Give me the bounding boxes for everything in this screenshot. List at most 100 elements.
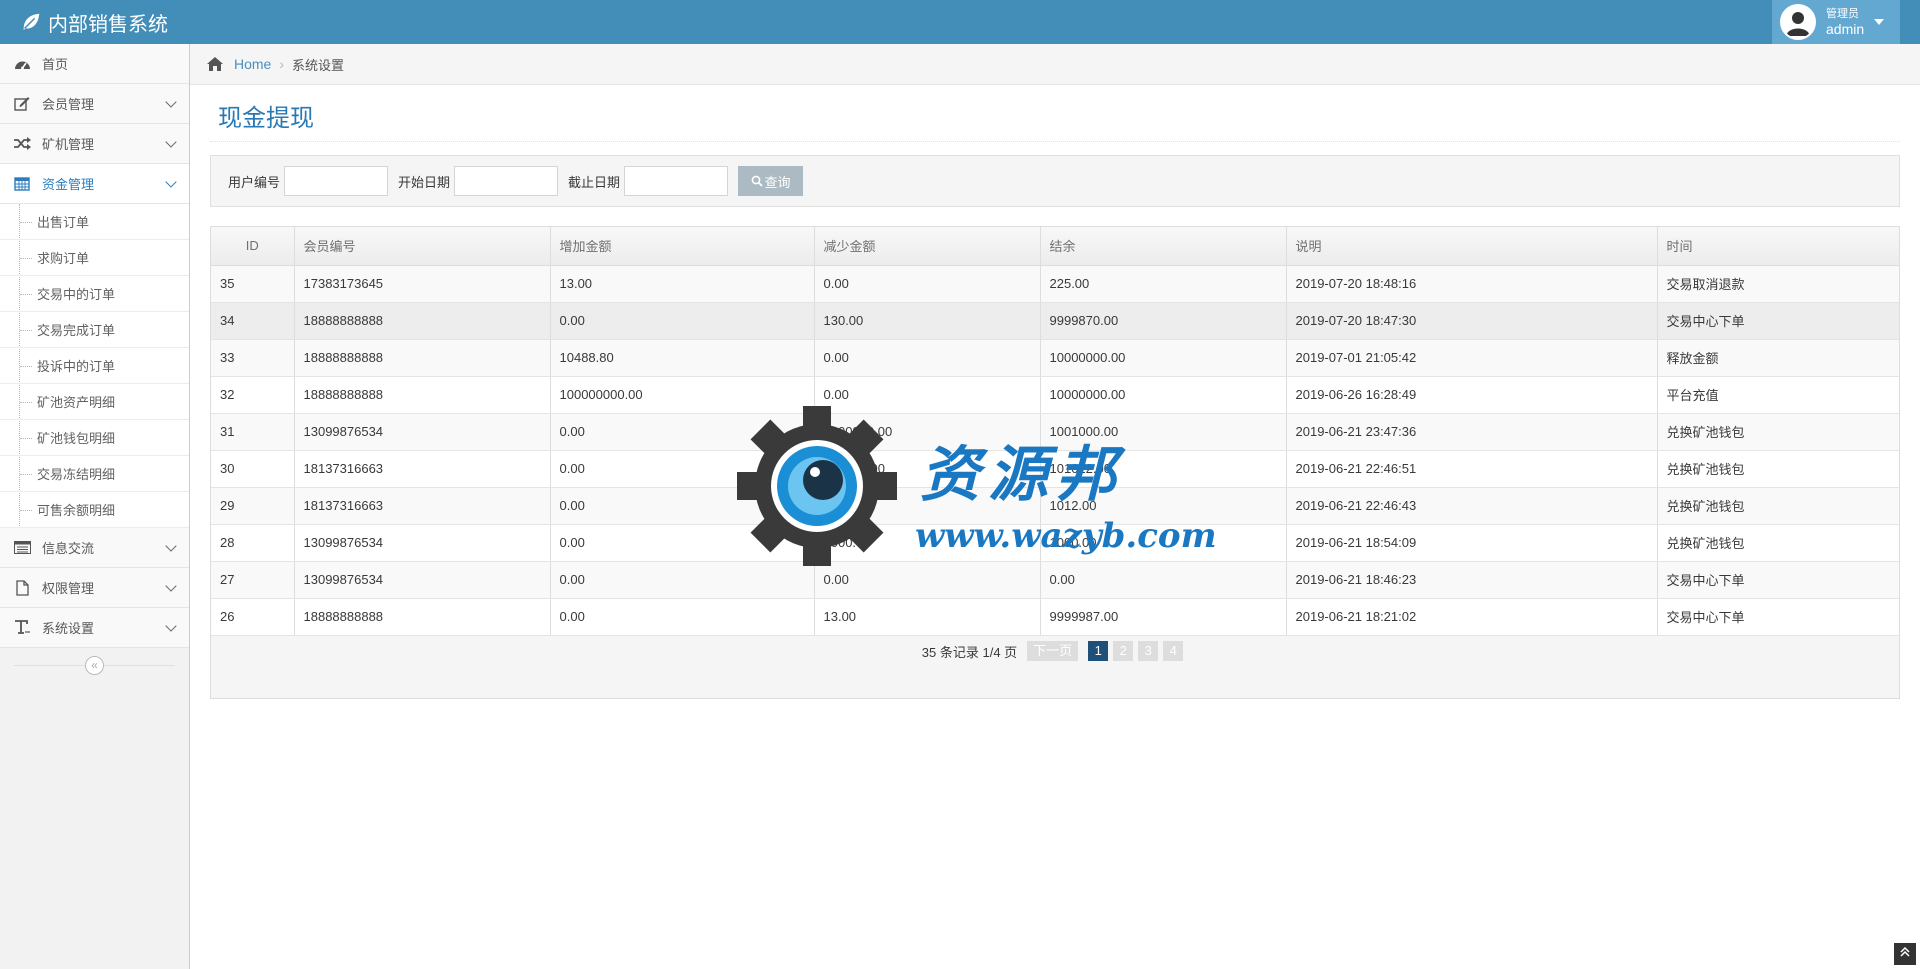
table-cell: 18137316663 (294, 487, 551, 525)
submenu-item[interactable]: 投诉中的订单 (0, 348, 189, 384)
table-row: 35 17383173645 13.00 0.00 225.00 2019-07-20 1… (211, 265, 1899, 303)
page-button[interactable]: 1 (1088, 641, 1109, 661)
sidebar-item-miners[interactable]: 矿机管理 (0, 124, 189, 164)
app-title: 内部销售系统 (48, 13, 168, 36)
sidebar-item-label: 首页 (42, 57, 69, 72)
double-chevron-up-icon (1900, 946, 1910, 957)
table-cell: 13.00 (814, 598, 1041, 636)
table-cell: 18888888888 (294, 302, 551, 340)
column-header: ID (211, 227, 295, 266)
column-header: 说明 (1286, 227, 1658, 266)
table-cell: 32 (211, 376, 295, 414)
table-cell: 2019-07-01 21:05:42 (1286, 339, 1658, 377)
submenu-item[interactable]: 交易中的订单 (0, 276, 189, 312)
chevron-down-icon (165, 176, 177, 188)
top-navbar: 内部销售系统 管理员 admin (0, 0, 1920, 44)
calendar-icon (12, 176, 32, 192)
brand[interactable]: 内部销售系统 (20, 0, 168, 44)
sidebar-collapse: « (0, 648, 189, 682)
table-cell: 130.00 (814, 302, 1041, 340)
start-date-input[interactable] (454, 166, 559, 196)
table-cell: 31 (211, 413, 295, 451)
breadcrumb-separator: › (279, 56, 285, 72)
table-cell: 13099876534 (294, 413, 551, 451)
table-row: 33 18888888888 10488.80 0.00 10000000.00 2019… (211, 339, 1899, 377)
table-cell: 10488.80 (550, 339, 815, 377)
table-cell: 13.00 (550, 265, 815, 303)
column-header: 减少金额 (814, 227, 1041, 266)
sidebar-item-label: 信息交流 (42, 541, 95, 556)
column-header: 增加金额 (550, 227, 815, 266)
table-cell: 34 (211, 302, 295, 340)
page-button[interactable]: 4 (1163, 641, 1184, 661)
table-cell: 交易中心下单 (1657, 561, 1899, 599)
page-button[interactable]: 2 (1113, 641, 1134, 661)
submenu-item[interactable]: 矿池资产明细 (0, 384, 189, 420)
user-role: 管理员 (1826, 8, 1859, 20)
table-cell: 17383173645 (294, 265, 551, 303)
table-cell: 26 (211, 598, 295, 636)
sidebar-item-settings[interactable]: 系统设置 (0, 608, 189, 648)
text-icon (12, 620, 32, 636)
table-cell: 交易中心下单 (1657, 302, 1899, 340)
sidebar-item-label: 系统设置 (42, 621, 95, 636)
sidebar-item-messages[interactable]: 信息交流 (0, 528, 189, 568)
filter-bar: 用户编号 开始日期 截止日期 查询 (210, 155, 1900, 207)
chevron-down-icon (165, 96, 177, 108)
table-cell: 10000000.00 (1040, 339, 1287, 377)
user-menu[interactable]: 管理员 admin (1772, 0, 1900, 44)
search-button-label: 查询 (764, 174, 791, 190)
table-cell: 兑换矿池钱包 (1657, 413, 1899, 451)
user-no-input[interactable] (284, 166, 389, 196)
sidebar-item-members[interactable]: 会员管理 (0, 84, 189, 124)
table-cell: 13099876534 (294, 524, 551, 562)
start-date-label: 开始日期 (398, 174, 451, 190)
search-button[interactable]: 查询 (738, 166, 804, 196)
watermark: 资源邦 www.wazyb.com (735, 404, 1217, 568)
table-cell: 2019-07-20 18:47:30 (1286, 302, 1658, 340)
submenu-item[interactable]: 出售订单 (0, 204, 189, 240)
submenu-item[interactable]: 求购订单 (0, 240, 189, 276)
table-cell: 释放金额 (1657, 339, 1899, 377)
table-cell: 2019-06-21 18:21:02 (1286, 598, 1658, 636)
table-cell: 18137316663 (294, 450, 551, 488)
double-chevron-left-icon[interactable]: « (85, 656, 104, 675)
table-cell: 9999987.00 (1040, 598, 1287, 636)
avatar (1780, 4, 1816, 40)
next-page-button[interactable]: 下一页 (1027, 641, 1079, 661)
table-cell: 兑换矿池钱包 (1657, 524, 1899, 562)
submenu-item[interactable]: 交易完成订单 (0, 312, 189, 348)
table-cell: 13099876534 (294, 561, 551, 599)
table-cell: 28 (211, 524, 295, 562)
file-icon (12, 579, 32, 596)
submenu-item[interactable]: 可售余额明细 (0, 492, 189, 528)
sidebar: 首页 会员管理 矿机管理 资金管理 出售订单 求购订单 交易中的订单 交易完成订… (0, 44, 190, 969)
chevron-down-icon (165, 540, 177, 552)
end-date-label: 截止日期 (568, 174, 621, 190)
sidebar-item-funds[interactable]: 资金管理 (0, 164, 189, 204)
page-button[interactable]: 3 (1138, 641, 1159, 661)
chevron-down-icon (165, 620, 177, 632)
end-date-input[interactable] (624, 166, 729, 196)
pager-summary: 35 条记录 1/4 页 (921, 644, 1018, 660)
column-header: 结余 (1040, 227, 1287, 266)
table-cell: 交易中心下单 (1657, 598, 1899, 636)
divider (210, 141, 1900, 142)
table-cell: 30 (211, 450, 295, 488)
table-cell: 18888888888 (294, 376, 551, 414)
submenu-item[interactable]: 交易冻结明细 (0, 456, 189, 492)
table-cell: 0.00 (550, 598, 815, 636)
table-cell: 平台充值 (1657, 376, 1899, 414)
sidebar-item-permissions[interactable]: 权限管理 (0, 568, 189, 608)
breadcrumb-home-link[interactable]: Home (234, 56, 271, 72)
submenu-item[interactable]: 矿池钱包明细 (0, 420, 189, 456)
chevron-down-icon (165, 136, 177, 148)
gear-logo-icon (737, 406, 897, 566)
sidebar-item-home[interactable]: 首页 (0, 44, 189, 84)
table-cell: 0.00 (814, 265, 1041, 303)
page-title: 现金提现 (218, 105, 314, 132)
sidebar-item-label: 资金管理 (42, 177, 95, 192)
table-cell: 225.00 (1040, 265, 1287, 303)
shuffle-icon (12, 136, 32, 152)
scroll-top-button[interactable] (1894, 943, 1916, 965)
